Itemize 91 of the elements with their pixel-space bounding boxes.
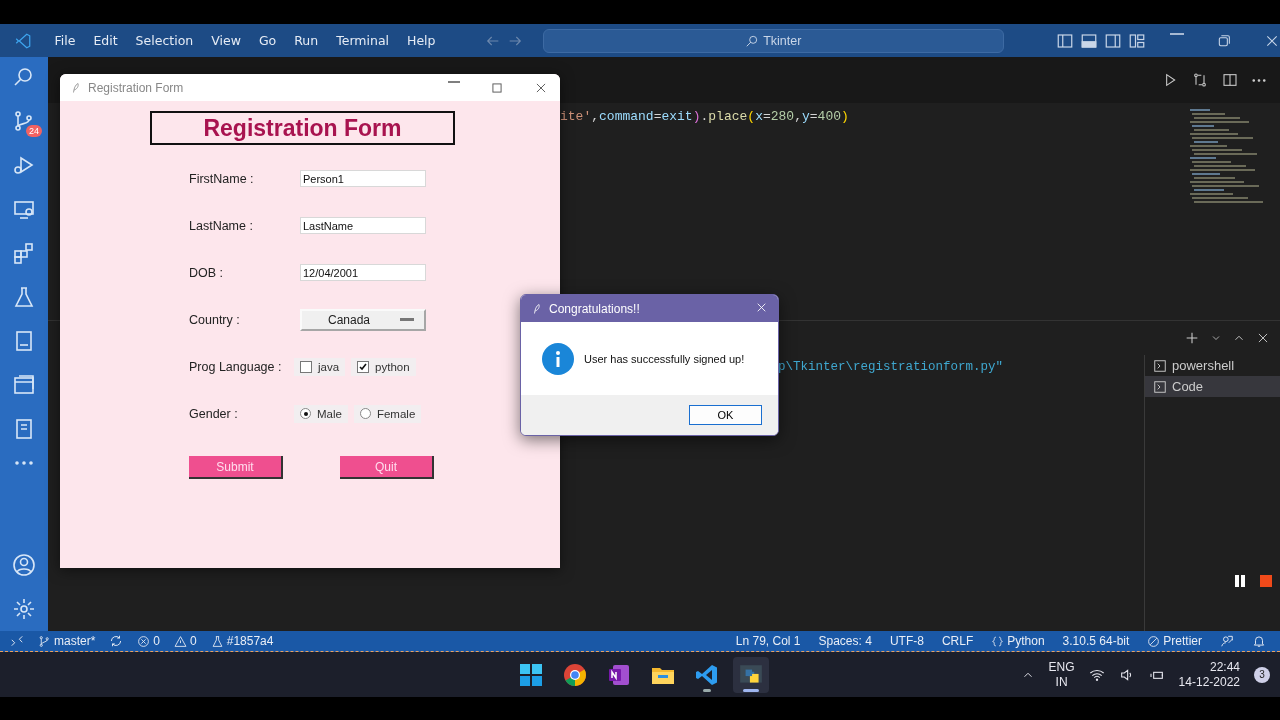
commit-status[interactable]: #1857a4 [210, 634, 274, 648]
field-label: Gender : [189, 406, 239, 421]
pause-icon[interactable] [1234, 575, 1246, 587]
input-field[interactable]: Person1 [300, 170, 426, 187]
menu-item[interactable]: Run [285, 33, 328, 48]
code-line: ite',command=exit).place(x=280,y=400) [560, 109, 850, 124]
terminal-output: p\Tkinter\registrationform.py" [778, 360, 1004, 374]
branch-icon [38, 634, 51, 648]
menu-item[interactable]: Help [398, 33, 445, 48]
status-item[interactable]: UTF-8 [889, 634, 924, 648]
menu-item[interactable]: Go [249, 33, 286, 48]
terminal-icon [1153, 379, 1167, 394]
remote-icon [10, 634, 24, 648]
field-label: LastName : [189, 218, 254, 233]
checkmark-icon [359, 362, 368, 371]
dropdown-indicator-icon [400, 318, 414, 321]
country-dropdown[interactable]: Canada [300, 308, 426, 331]
info-icon [542, 342, 574, 375]
form-heading: Registration Form [150, 111, 455, 145]
radio-option[interactable]: Female [353, 404, 422, 423]
restore-icon [1216, 32, 1232, 49]
split-editor-icon [1222, 72, 1238, 88]
maximize-icon [490, 80, 504, 95]
checkbox-option[interactable]: java [294, 357, 346, 376]
search-icon [745, 33, 760, 48]
code-logo-icon [13, 31, 32, 50]
feather-icon [70, 81, 82, 94]
extensions-icon [12, 241, 36, 265]
feedback-icon [1220, 634, 1234, 648]
radio-option[interactable]: Male [294, 404, 348, 423]
status-item[interactable]: 3.10.5 64-bit [1062, 634, 1130, 648]
menu-item[interactable]: View [202, 33, 250, 48]
terminal-icon [1153, 358, 1167, 373]
windows-icon [12, 373, 36, 397]
status-item[interactable]: Ln 79, Col 1 [735, 634, 801, 648]
account-icon [12, 553, 36, 577]
field-label: Country : [189, 312, 241, 327]
more-icon [15, 461, 33, 465]
field-label: Prog Language : [189, 359, 283, 374]
error-icon [137, 634, 151, 648]
settings-icon [12, 597, 36, 621]
notes-app-icon [607, 662, 631, 687]
clock[interactable]: 22:44 14-12-2022 [1178, 659, 1240, 690]
minimize-icon [1170, 32, 1184, 35]
more-icon [1252, 78, 1266, 82]
beaker-icon [210, 634, 224, 648]
panel-layout-icon [1080, 31, 1098, 50]
errors-status[interactable]: 0 [137, 634, 161, 648]
command-center[interactable]: Tkinter [542, 28, 1004, 53]
menu-item[interactable]: Edit [84, 33, 127, 48]
minimize-icon [448, 80, 460, 83]
notification-badge[interactable]: 3 [1254, 666, 1270, 683]
compare-icon [1192, 72, 1208, 88]
braces-icon [991, 634, 1005, 648]
dialog-message: User has successfully signed up! [584, 352, 745, 365]
add-terminal-icon [1184, 330, 1200, 346]
windows-logo-icon [519, 662, 543, 687]
menu-item[interactable]: Terminal [327, 33, 399, 48]
input-field[interactable]: 12/04/2001 [300, 264, 426, 281]
field-label: DOB : [189, 265, 225, 280]
prohibited-icon [1147, 634, 1161, 648]
ok-button[interactable]: OK [689, 405, 762, 425]
status-item[interactable]: CRLF [941, 634, 974, 648]
input-language[interactable]: ENG IN [1048, 659, 1075, 690]
flask-icon [12, 285, 36, 309]
feather-icon [531, 302, 543, 315]
close-icon [1256, 331, 1270, 345]
window-title: Registration Form [88, 80, 184, 95]
input-field[interactable]: LastName [300, 217, 426, 234]
browser-icon [563, 662, 587, 687]
branch-status[interactable]: master* [38, 634, 96, 648]
notification-badge: 24 [26, 125, 42, 137]
checkbox-option[interactable]: python [351, 357, 416, 376]
sync-icon [109, 634, 124, 648]
taskbar-app[interactable] [733, 656, 769, 693]
customize-layout-icon [1128, 31, 1146, 50]
sidebar-layout-icon [1056, 31, 1074, 50]
secondary-sidebar-icon [1104, 31, 1122, 50]
code-editor-icon [695, 662, 719, 687]
menu-item[interactable]: File [45, 33, 85, 48]
warnings-status[interactable]: 0 [174, 634, 197, 648]
language-status[interactable]: Python [991, 634, 1045, 648]
warning-icon [174, 634, 188, 648]
menu-item[interactable]: Selection [126, 33, 203, 48]
bell-icon [1252, 634, 1266, 648]
status-item[interactable]: Spaces: 4 [818, 634, 872, 648]
terminal-tab[interactable]: powershell [1145, 355, 1280, 376]
terminal-tab[interactable]: Code [1145, 376, 1280, 397]
prettier-status[interactable]: Prettier [1147, 634, 1202, 648]
dialog-title: Congratulations!! [549, 301, 640, 316]
field-label: FirstName : [189, 171, 255, 186]
